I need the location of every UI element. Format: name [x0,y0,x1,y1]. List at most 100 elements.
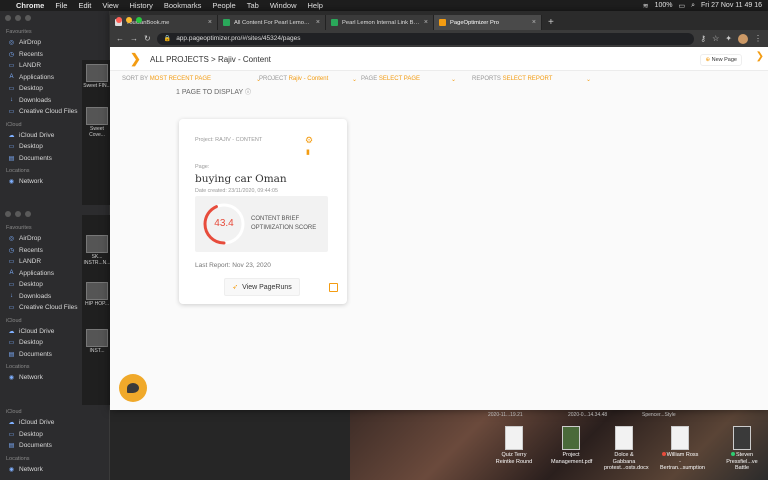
breadcrumb[interactable]: ALL PROJECTS > Rajiv - Content [150,55,271,64]
menu-file[interactable]: File [55,1,67,10]
item-label: Applications [19,269,55,277]
tab-label: PageOptimizer Pro [450,19,499,26]
file-thumbnail[interactable] [86,329,108,347]
card-project: Project: RAJIV - CONTENT [195,137,263,143]
chat-widget-button[interactable] [119,374,147,402]
desktop-file[interactable]: Project Management.pdf [551,426,592,465]
zoom-dot[interactable] [25,211,31,217]
sidebar-item-documents[interactable]: ▤ Documents [0,440,109,452]
menu-tab[interactable]: Tab [247,1,259,10]
info-icon[interactable]: ⓘ [245,90,251,96]
desktop-icon: ▭ [8,282,15,289]
new-page-button[interactable]: ⊕ New Page [700,54,742,66]
item-label: Documents [19,442,52,450]
minimize-dot[interactable] [126,17,132,23]
airdrop-icon: ◎ [8,40,15,47]
menu-app[interactable]: Chrome [16,1,44,10]
menu-edit[interactable]: Edit [78,1,91,10]
menu-history[interactable]: History [130,1,153,10]
rocket-icon: ➶ [232,284,239,291]
sidebar-item-network[interactable]: ◉ Network [0,464,109,476]
sidebar-item-airdrop[interactable]: ◎ AirDrop [0,37,109,49]
trash-icon[interactable]: ▮ [306,148,310,156]
forward-icon[interactable]: → [130,34,138,43]
extensions-icon[interactable]: ✦ [725,34,732,43]
close-dot[interactable] [116,17,122,23]
filter-label: SORT BY [122,76,149,82]
desktop-icon: ▭ [8,86,15,93]
wifi-icon[interactable]: ≋ [643,2,649,10]
section-title: Locations [6,455,30,462]
desktop-file[interactable]: William Ross - Bertran...sumption [660,426,705,472]
menu-help[interactable]: Help [308,1,323,10]
file-thumbnail[interactable] [86,107,108,125]
filter-value: SELECT REPORT [502,76,553,82]
close-icon[interactable]: × [532,19,536,26]
file-thumbnail[interactable] [86,282,108,300]
desktop-file[interactable]: Steven Pressfiel...ve Battle [722,426,762,472]
menu-people[interactable]: People [212,1,235,10]
close-dot[interactable] [5,15,11,21]
tab-all-content[interactable]: All Content For Pearl Lemon – × [218,15,326,30]
expand-chevron-icon[interactable]: ❯ [756,51,764,62]
minimize-dot[interactable] [15,211,21,217]
minimize-dot[interactable] [15,15,21,21]
menu-icon[interactable]: ⋮ [754,34,762,43]
new-tab-button[interactable]: + [542,17,560,30]
zoom-dot[interactable] [136,17,142,23]
logo-icon[interactable]: ❯ [130,51,141,67]
view-pageruns-button[interactable]: ➶ View PageRuns [224,278,300,296]
desktop-file[interactable]: Dolce & Gabbana protest...osts.docx [604,426,649,472]
item-label: Network [19,465,43,473]
file-thumbnail[interactable] [86,64,108,82]
address-bar[interactable]: 🔒 app.pageoptimizer.pro/#/sites/45324/pa… [156,32,695,45]
project-filter[interactable]: PROJECT Rajiv - Content [259,76,328,82]
new-page-label: New Page [711,57,737,63]
sidebar-item-icloud-drive[interactable]: ☁ iCloud Drive [0,417,109,429]
sidebar-item-recents[interactable]: ◷ Recents [0,49,109,61]
item-label: iCloud Drive [19,327,55,335]
menu-bookmarks[interactable]: Bookmarks [164,1,202,10]
finder-sidebar-3: iCloud ☁ iCloud Drive ▭ Desktop ▤ Documents… [0,405,110,480]
download-icon: ↓ [10,293,13,300]
item-label: Desktop [19,339,43,347]
avatar[interactable] [738,33,748,44]
file-thumbnail[interactable] [86,235,108,253]
menu-window[interactable]: Window [270,1,297,10]
zoom-dot[interactable] [25,15,31,21]
network-icon: ◉ [8,375,15,382]
tab-internal-links[interactable]: Pearl Lemon Internal Link Buildi... × [326,15,434,30]
score-label: CONTENT BRIEF OPTIMIZATION SCORE [251,215,316,233]
tab-pageoptimizer[interactable]: PageOptimizer Pro × [434,15,542,30]
page-count-text: 1 PAGE TO DISPLAY [176,89,244,96]
select-checkbox[interactable] [329,283,338,292]
chevron-down-icon[interactable]: ⌄ [586,76,591,83]
item-label: Network [19,178,43,186]
chevron-down-icon[interactable]: ⌄ [352,76,357,83]
page-label: Page: [195,164,210,170]
page-keyword[interactable]: buying car Oman [195,173,287,185]
sidebar-item-icloud-desktop[interactable]: ▭ Desktop [0,429,109,441]
close-dot[interactable] [5,211,11,217]
sort-filter[interactable]: SORT BY MOST RECENT PAGE [122,76,211,82]
key-icon[interactable]: ⚷ [700,34,706,43]
search-icon[interactable]: ⌕ [691,2,695,10]
desktop-icon: ▭ [8,431,15,438]
close-icon[interactable]: × [208,19,212,26]
menu-view[interactable]: View [102,1,118,10]
gear-icon[interactable]: ⚙ [305,135,313,146]
desktop-file[interactable]: Quiz Terry Reintke Round [494,426,534,465]
star-icon[interactable]: ☆ [712,34,719,43]
back-icon[interactable]: ← [116,34,124,43]
reports-filter[interactable]: REPORTS SELECT REPORT [472,76,552,82]
reload-icon[interactable]: ↻ [144,34,151,43]
chevron-down-icon[interactable]: ⌄ [451,76,456,83]
clock[interactable]: Fri 27 Nov 11 49 16 [701,2,762,9]
document-icon [505,426,523,450]
page-content: ❯ ALL PROJECTS > Rajiv - Content ⊕ New P… [110,47,768,410]
close-icon[interactable]: × [316,19,320,26]
last-report: Last Report: Nov 23, 2020 [195,262,271,269]
page-filter[interactable]: PAGE SELECT PAGE [361,76,420,82]
close-icon[interactable]: × [424,19,428,26]
battery-icon[interactable]: ▭ [678,2,685,10]
